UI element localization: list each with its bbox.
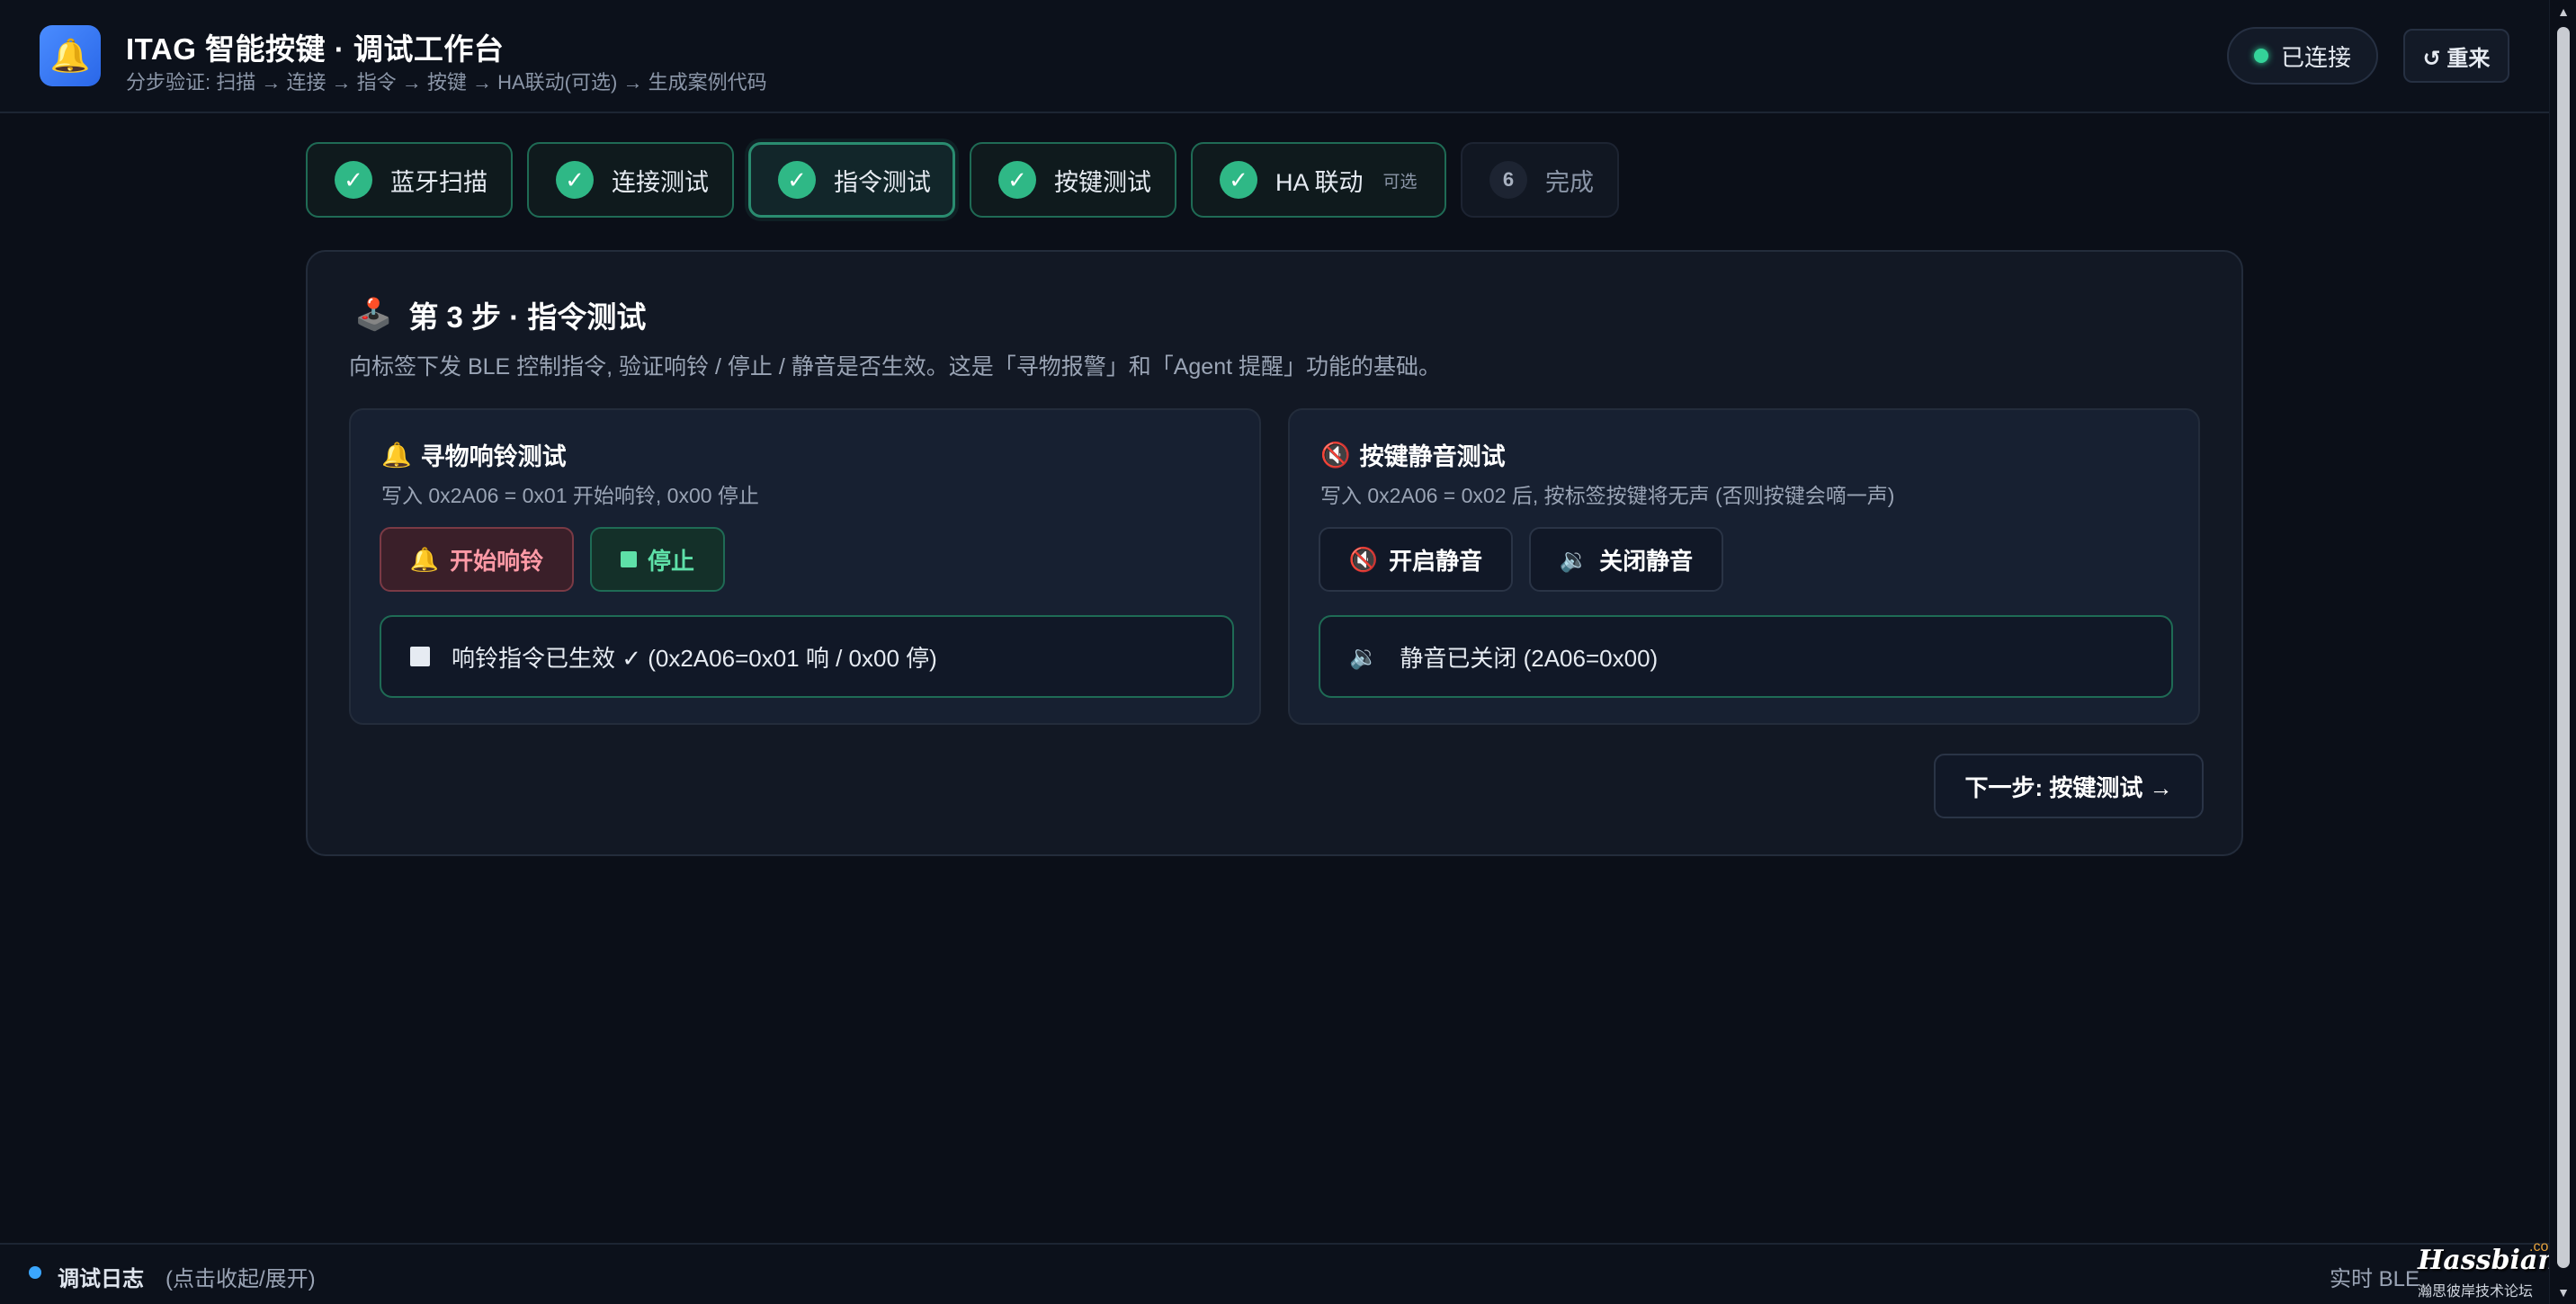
step-number: 6 bbox=[1489, 161, 1527, 199]
ring-status-box: 响铃指令已生效 ✓ (0x2A06=0x01 响 / 0x00 停) bbox=[380, 615, 1234, 698]
ring-test-panel: 🔔 寻物响铃测试 写入 0x2A06 = 0x01 开始响铃, 0x00 停止 … bbox=[349, 408, 1261, 725]
connection-status-badge: 已连接 bbox=[2227, 27, 2378, 85]
watermark-logo: Hassbian .com 瀚思彼岸技术论坛 bbox=[2418, 1239, 2561, 1302]
watermark-tagline: 瀚思彼岸技术论坛 bbox=[2418, 1284, 2534, 1300]
ring-panel-description: 写入 0x2A06 = 0x01 开始响铃, 0x00 停止 bbox=[381, 484, 759, 507]
step-label: 完成 bbox=[1545, 168, 1594, 196]
app-subtitle: 分步验证: 扫描 → 连接 → 指令 → 按键 → HA联动(可选) → 生成案… bbox=[126, 71, 767, 94]
step-label: 连接测试 bbox=[612, 168, 709, 196]
mute-panel-title-text: 按键静音测试 bbox=[1359, 443, 1506, 470]
step-connection-test[interactable]: ✓ 连接测试 bbox=[527, 142, 734, 218]
status-dot-icon bbox=[2253, 49, 2268, 63]
scroll-down-arrow-icon[interactable]: ▼ bbox=[2555, 1284, 2572, 1300]
step-button-test[interactable]: ✓ 按键测试 bbox=[970, 142, 1176, 218]
joystick-icon: 🕹️ bbox=[354, 298, 393, 332]
step-ha-integration[interactable]: ✓ HA 联动 可选 bbox=[1191, 142, 1446, 218]
step-command-test[interactable]: ✓ 指令测试 bbox=[748, 142, 955, 218]
check-icon: ✓ bbox=[1220, 161, 1257, 199]
ring-panel-title: 🔔 寻物响铃测试 bbox=[381, 437, 567, 472]
status-dot-icon bbox=[29, 1266, 41, 1279]
reset-button-label: ↺ 重来 bbox=[2422, 46, 2491, 71]
connection-status-label: 已连接 bbox=[2280, 43, 2351, 71]
reset-button[interactable]: ↺ 重来 bbox=[2403, 29, 2509, 83]
card-description: 向标签下发 BLE 控制指令, 验证响铃 / 停止 / 静音是否生效。这是「寻物… bbox=[349, 354, 1441, 380]
start-ring-button[interactable]: 🔔 开始响铃 bbox=[380, 527, 574, 592]
enable-mute-label: 开启静音 bbox=[1389, 547, 1483, 575]
check-icon: ✓ bbox=[998, 161, 1036, 199]
next-step-label: 下一步: 按键测试 → bbox=[1964, 773, 2173, 801]
stop-label: 停止 bbox=[647, 547, 694, 575]
ring-panel-title-text: 寻物响铃测试 bbox=[420, 443, 567, 470]
mute-test-panel: 🔇 按键静音测试 写入 0x2A06 = 0x02 后, 按标签按键将无声 (否… bbox=[1288, 408, 2200, 725]
scrollbar-thumb[interactable] bbox=[2557, 27, 2570, 1268]
step-label: 指令测试 bbox=[834, 168, 931, 196]
stop-icon bbox=[410, 647, 430, 666]
stop-icon bbox=[620, 551, 637, 567]
bell-icon: 🔔 bbox=[409, 545, 440, 573]
log-hint: (点击收起/展开) bbox=[165, 1267, 316, 1291]
check-icon: ✓ bbox=[335, 161, 372, 199]
scroll-up-arrow-icon[interactable]: ▲ bbox=[2555, 4, 2572, 20]
vertical-scrollbar[interactable]: ▲ ▼ bbox=[2549, 0, 2576, 1304]
check-icon: ✓ bbox=[778, 161, 816, 199]
card-title-text: 第 3 步 · 指令测试 bbox=[408, 300, 647, 334]
next-step-button[interactable]: 下一步: 按键测试 → bbox=[1934, 754, 2204, 818]
start-ring-label: 开始响铃 bbox=[450, 547, 544, 575]
app-title: ITAG 智能按键 · 调试工作台 bbox=[126, 32, 505, 66]
log-title: 调试日志 bbox=[58, 1267, 144, 1291]
step-complete[interactable]: 6 完成 bbox=[1461, 142, 1619, 218]
step-label: 蓝牙扫描 bbox=[390, 168, 487, 196]
disable-mute-label: 关闭静音 bbox=[1599, 547, 1694, 575]
mute-status-text: 静音已关闭 (2A06=0x00) bbox=[1400, 644, 1659, 672]
top-header: 🔔 ITAG 智能按键 · 调试工作台 分步验证: 扫描 → 连接 → 指令 →… bbox=[0, 0, 2549, 113]
step-bluetooth-scan[interactable]: ✓ 蓝牙扫描 bbox=[306, 142, 513, 218]
step-label: 按键测试 bbox=[1054, 168, 1151, 196]
muted-speaker-icon: 🔇 bbox=[1320, 441, 1351, 469]
muted-speaker-icon: 🔇 bbox=[1348, 545, 1379, 573]
log-status-text: 实时 BLE bbox=[2330, 1267, 2420, 1291]
mute-panel-title: 🔇 按键静音测试 bbox=[1320, 437, 1506, 472]
command-test-card: 🕹️ 第 3 步 · 指令测试 向标签下发 BLE 控制指令, 验证响铃 / 停… bbox=[306, 250, 2243, 856]
step-label: HA 联动 bbox=[1275, 168, 1364, 196]
optional-tag: 可选 bbox=[1382, 172, 1418, 192]
stop-ring-button[interactable]: 停止 bbox=[590, 527, 725, 592]
mute-panel-description: 写入 0x2A06 = 0x02 后, 按标签按键将无声 (否则按键会嘀一声) bbox=[1320, 484, 1895, 507]
card-title: 🕹️ 第 3 步 · 指令测试 bbox=[354, 293, 646, 336]
app-root: 🔔 ITAG 智能按键 · 调试工作台 分步验证: 扫描 → 连接 → 指令 →… bbox=[0, 0, 2576, 1304]
debug-log-bar[interactable]: 调试日志 (点击收起/展开) 实时 BLE bbox=[0, 1243, 2549, 1304]
enable-mute-button[interactable]: 🔇 开启静音 bbox=[1319, 527, 1513, 592]
bell-icon: 🔔 bbox=[381, 441, 412, 469]
disable-mute-button[interactable]: 🔉 关闭静音 bbox=[1529, 527, 1723, 592]
ring-status-text: 响铃指令已生效 ✓ (0x2A06=0x01 响 / 0x00 停) bbox=[452, 644, 937, 672]
speaker-icon: 🔉 bbox=[1559, 545, 1589, 573]
check-icon: ✓ bbox=[556, 161, 594, 199]
mute-status-box: 🔉 静音已关闭 (2A06=0x00) bbox=[1319, 615, 2173, 698]
speaker-icon: 🔉 bbox=[1349, 642, 1379, 670]
bell-icon: 🔔 bbox=[40, 25, 101, 86]
